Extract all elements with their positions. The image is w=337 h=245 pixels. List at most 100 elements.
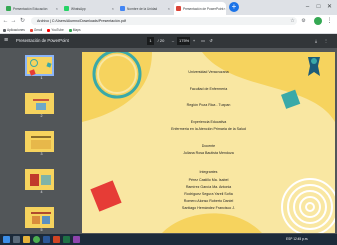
thumb-square: [29, 69, 36, 76]
search-icon[interactable]: [13, 236, 20, 243]
teacher-name: Juliana Rosa Bautista Mendoza: [183, 151, 234, 155]
thumbnail-page[interactable]: 4: [25, 169, 54, 194]
faculty-name: Facultad de Enfermería: [189, 87, 228, 91]
bookmarks-bar: Aplicaciones Gmail YouTube Maps: [0, 27, 337, 34]
new-tab-button[interactable]: +: [229, 2, 239, 12]
members-heading: Integrantes: [199, 170, 218, 174]
tab-favicon-icon: [120, 6, 125, 11]
zoom-in-button[interactable]: +: [191, 37, 197, 45]
thumbnail-page[interactable]: 3: [25, 131, 54, 156]
teacher-heading: Docente: [201, 144, 216, 148]
bookmark-label: YouTube: [51, 28, 64, 32]
windows-taskbar: ESP 12:45 p.m.: [0, 234, 337, 245]
start-icon[interactable]: [3, 236, 10, 243]
browser-tab-active[interactable]: Presentación de PowerPoint ×: [174, 2, 226, 15]
tab-favicon-icon: [176, 6, 181, 11]
close-tab-icon[interactable]: ×: [223, 6, 225, 11]
fit-page-icon[interactable]: ▭: [200, 37, 206, 45]
thumb-ring: [30, 59, 38, 67]
tab-favicon-icon: [6, 6, 11, 11]
thumb-image: [36, 103, 46, 110]
close-window-button[interactable]: ✕: [324, 0, 335, 14]
apps-icon: [3, 28, 6, 32]
reload-icon[interactable]: ↻: [19, 17, 26, 25]
member-name: Pérez Castillo Ma. Isabel: [188, 178, 229, 182]
thumbnail-sidebar: 1 2 3 4 5: [0, 48, 73, 234]
member-name: Santiago Hernández Francisco J.: [181, 206, 236, 210]
thumbnail-page[interactable]: 1: [25, 55, 54, 80]
bookmark-label: Gmail: [33, 28, 43, 32]
profile-avatar[interactable]: [314, 17, 322, 25]
pdf-page: Universidad Veracruzana Facultad de Enfe…: [82, 52, 335, 233]
thumbnail-page-number: 2: [40, 114, 43, 118]
more-icon[interactable]: ⋮: [323, 37, 329, 45]
star-icon[interactable]: ☆: [289, 17, 296, 25]
thumb-square: [46, 62, 52, 68]
tab-label: Nombre de la Unidad: [127, 6, 158, 11]
thumbnail-page-number: 5: [40, 228, 43, 232]
thumbnail-page[interactable]: 2: [25, 93, 54, 118]
browser-tab[interactable]: Nombre de la Unidad ×: [118, 2, 172, 15]
pdf-toolbar: ≡ Presentación de PowerPoint 1 / 20 – 17…: [0, 34, 337, 48]
address-bar-row: ← → ↻ Archivo | C:/Users/Alumno/Download…: [0, 15, 337, 27]
gmail-icon: [29, 28, 33, 32]
bookmark-item[interactable]: YouTube: [47, 28, 64, 32]
tab-label: Presentación de PowerPoint: [183, 6, 224, 11]
word-icon[interactable]: [43, 236, 50, 243]
tab-favicon-icon: [64, 6, 69, 11]
thumb-image: [42, 216, 50, 224]
media-icon[interactable]: [73, 236, 80, 243]
zoom-out-button[interactable]: –: [170, 37, 176, 45]
pdf-title: Presentación de PowerPoint: [16, 38, 69, 43]
thumb-title: [33, 99, 49, 101]
explorer-icon[interactable]: [23, 236, 30, 243]
excel-icon[interactable]: [63, 236, 70, 243]
sidebar-toggle-icon[interactable]: ≡: [4, 37, 11, 45]
chrome-icon[interactable]: [33, 236, 40, 243]
forward-arrow-icon[interactable]: →: [10, 17, 17, 25]
close-tab-icon[interactable]: ×: [56, 6, 58, 11]
powerpoint-icon[interactable]: [53, 236, 60, 243]
thumb-image: [32, 216, 40, 224]
thumb-text-block: [31, 140, 51, 149]
thumb-image: [30, 174, 39, 186]
close-tab-icon[interactable]: ×: [168, 6, 170, 11]
browser-tab-strip: Presentación Educación × WhatsApp × Nomb…: [0, 0, 337, 15]
thumbnail-page-number: 3: [40, 152, 43, 156]
close-tab-icon[interactable]: ×: [112, 6, 114, 11]
course-heading: Experiencia Educativa: [190, 120, 227, 124]
zoom-level-input[interactable]: 175%: [177, 37, 190, 45]
bookmark-item[interactable]: Maps: [68, 28, 81, 32]
extensions-icon[interactable]: ⚙: [300, 17, 307, 25]
member-name: Ramírez García Ma. Antonia: [185, 185, 232, 189]
rotate-icon[interactable]: ↺: [208, 37, 214, 45]
youtube-icon: [47, 28, 51, 32]
page-total: / 20: [157, 38, 165, 43]
tab-label: Presentación Educación: [13, 6, 48, 11]
thumb-title: [31, 212, 51, 214]
browser-tab[interactable]: Presentación Educación ×: [4, 2, 60, 15]
thumb-image: [41, 175, 51, 185]
thumb-title: [31, 136, 51, 138]
maps-icon: [68, 28, 72, 32]
system-tray[interactable]: ESP 12:45 p.m.: [286, 236, 308, 243]
thumbnail-page[interactable]: 5: [25, 207, 54, 232]
minimize-button[interactable]: –: [302, 0, 313, 14]
bookmark-item[interactable]: Aplicaciones: [3, 28, 25, 32]
browser-menu-icon[interactable]: ⋮: [326, 17, 333, 25]
address-input[interactable]: Archivo | C:/Users/Alumno/Downloads/Pres…: [31, 17, 297, 25]
back-arrow-icon[interactable]: ←: [2, 17, 9, 25]
thumbnail-page-number: 1: [40, 76, 43, 80]
maximize-button[interactable]: □: [313, 0, 324, 14]
tab-label: WhatsApp: [71, 6, 86, 11]
thumbnail-page-number: 4: [40, 190, 43, 194]
member-name: Romero Alonso Roberto Daniel: [183, 199, 234, 203]
page-number-input[interactable]: 1: [147, 37, 154, 45]
member-name: Rodríguez Segura Yareli Sofía: [184, 192, 233, 196]
download-icon[interactable]: ⤓: [313, 37, 319, 45]
browser-tab[interactable]: WhatsApp ×: [62, 2, 116, 15]
course-name: Enfermería en la Atención Primaria de la…: [171, 127, 246, 131]
bookmark-item[interactable]: Gmail: [29, 28, 43, 32]
university-name: Universidad Veracruzana: [188, 70, 229, 74]
bookmark-label: Aplicaciones: [7, 28, 25, 32]
